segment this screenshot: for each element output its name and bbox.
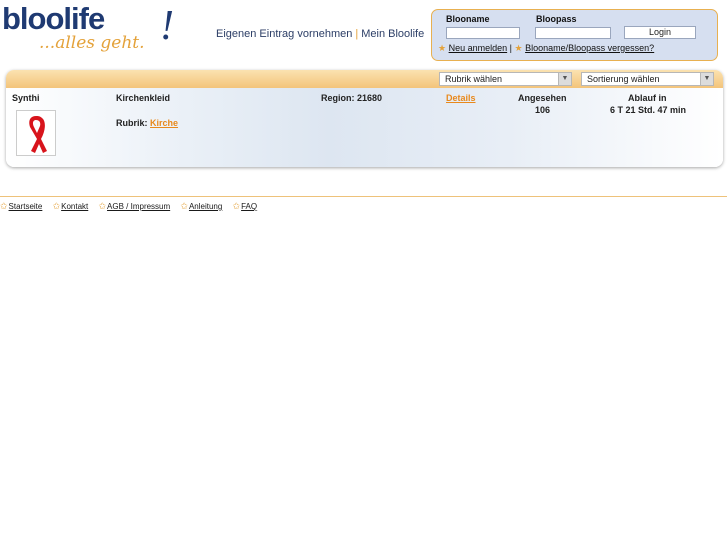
nav-separator: |: [355, 28, 359, 40]
footer-item: ✩AGB / Impressum: [98, 201, 171, 211]
link-separator: |: [509, 43, 512, 53]
footer-nav: ✩Startseite ✩Kontakt ✩AGB / Impressum ✩A…: [0, 201, 265, 212]
footer-item: ✩FAQ: [232, 201, 258, 211]
star-icon: ★: [514, 43, 523, 53]
rubrik-link[interactable]: Kirche: [150, 118, 178, 128]
star-icon: ✩: [180, 201, 188, 211]
logo-wordmark: bloolife: [2, 1, 105, 36]
viewed-label: Angesehen: [518, 93, 567, 103]
bloolife-logo[interactable]: bloolife ! ...alles geht.: [2, 2, 177, 60]
rubrik-select[interactable]: Rubrik wählen ▼: [439, 72, 572, 86]
bloopass-input[interactable]: [535, 27, 611, 39]
star-icon: ✩: [0, 201, 8, 211]
footer-item: ✩Anleitung: [180, 201, 222, 211]
rubrik-label: Rubrik:: [116, 118, 148, 128]
login-box: Blooname Bloopass Login ★ Neu anmelden |…: [431, 9, 718, 61]
sortierung-select-value: Sortierung wählen: [587, 74, 660, 84]
blooname-input[interactable]: [446, 27, 520, 39]
expiry-label: Ablauf in: [628, 93, 667, 103]
listing-thumbnail[interactable]: [16, 110, 56, 156]
listing-user[interactable]: Synthi: [12, 93, 40, 103]
viewed-count: 106: [535, 105, 551, 115]
footer-link-startseite[interactable]: Startseite: [9, 202, 43, 211]
star-icon: ✩: [98, 201, 107, 211]
logo-slogan: ...alles geht.: [39, 33, 145, 53]
listing-title[interactable]: Kirchenkleid: [116, 93, 170, 103]
logo-exclamation: !: [160, 3, 174, 49]
chevron-down-icon[interactable]: ▼: [700, 73, 713, 85]
sortierung-select[interactable]: Sortierung wählen ▼: [581, 72, 714, 86]
star-icon: ✩: [232, 201, 241, 211]
footer-link-faq[interactable]: FAQ: [241, 202, 257, 211]
footer-divider: [0, 196, 727, 197]
bloopass-label: Bloopass: [536, 14, 577, 24]
red-ribbon-icon: [29, 116, 47, 153]
chevron-down-icon[interactable]: ▼: [558, 73, 571, 85]
listing-region: Region: 21680: [321, 93, 383, 103]
nav-eintrag-link[interactable]: Eigenen Eintrag vornehmen: [216, 28, 352, 40]
details-link[interactable]: Details: [446, 93, 476, 103]
star-icon: ✩: [52, 201, 61, 211]
footer-link-kontakt[interactable]: Kontakt: [61, 202, 88, 211]
footer-item: ✩Kontakt: [52, 201, 89, 211]
forgot-password-link[interactable]: Blooname/Bloopass vergessen?: [525, 43, 654, 53]
listing-panel: Rubrik wählen ▼ Sortierung wählen ▼ Synt…: [6, 70, 723, 167]
expiry-value: 6 T 21 Std. 47 min: [610, 105, 687, 115]
register-link[interactable]: Neu anmelden: [449, 43, 508, 53]
footer-link-anleitung[interactable]: Anleitung: [189, 202, 222, 211]
footer-link-agb[interactable]: AGB / Impressum: [107, 202, 170, 211]
listing-rubrik: Rubrik: Kirche: [116, 118, 178, 128]
footer-item: ✩Startseite: [0, 201, 43, 211]
nav-mein-bloolife-link[interactable]: Mein Bloolife: [361, 28, 424, 40]
header-nav: Eigenen Eintrag vornehmen | Mein Bloolife: [216, 28, 424, 40]
login-button[interactable]: Login: [624, 26, 696, 39]
blooname-label: Blooname: [446, 14, 490, 24]
rubrik-select-value: Rubrik wählen: [445, 74, 503, 84]
star-icon: ★: [438, 43, 447, 53]
login-links: ★ Neu anmelden | ★ Blooname/Bloopass ver…: [438, 43, 654, 54]
